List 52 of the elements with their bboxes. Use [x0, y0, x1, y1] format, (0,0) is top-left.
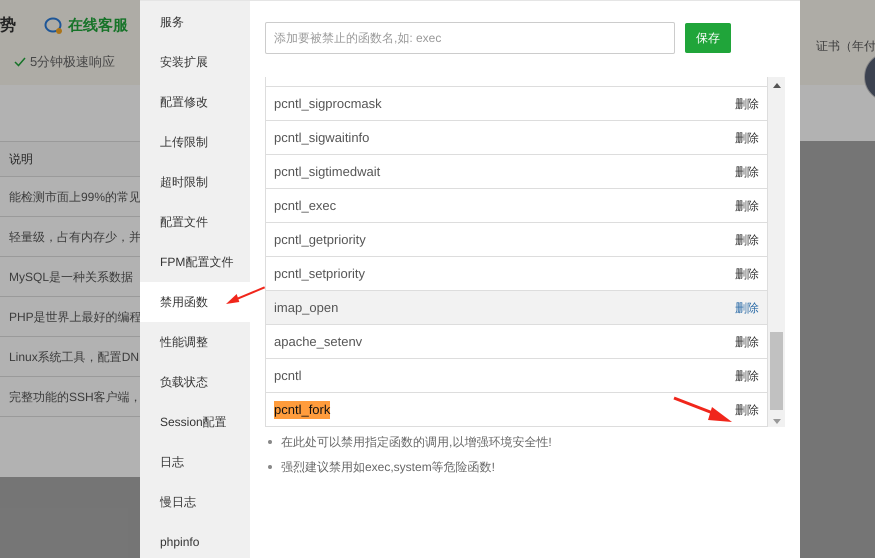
feature-text: 5分钟极速响应: [30, 53, 116, 71]
sidebar-item[interactable]: 上传限制: [140, 122, 250, 162]
function-name: imap_open: [274, 298, 338, 317]
annotation-arrow: [672, 395, 732, 425]
sidebar-item[interactable]: FPM配置文件: [140, 242, 250, 282]
note-text: 强烈建议禁用如exec,system等危险函数!: [281, 459, 496, 476]
header-title: 势: [0, 15, 16, 36]
delete-link[interactable]: 删除: [735, 128, 759, 146]
delete-link[interactable]: 删除: [735, 230, 759, 248]
column-header: 说明: [9, 151, 33, 168]
table-cell-text: 能检测市面上99%的常见: [9, 188, 142, 206]
delete-link[interactable]: 删除: [735, 332, 759, 350]
sidebar-item[interactable]: Session配置: [140, 402, 250, 442]
chat-bubble-icon: [44, 17, 64, 35]
annotation-arrow: [225, 286, 267, 306]
delete-link[interactable]: 删除: [735, 366, 759, 384]
table-cell-text: 完整功能的SSH客户端，: [9, 388, 142, 406]
scroll-thumb[interactable]: [770, 332, 783, 410]
delete-link[interactable]: 删除: [735, 196, 759, 214]
function-name: pcntl_sigprocmask: [274, 94, 382, 113]
function-name: pcntl: [274, 366, 302, 385]
sidebar-item[interactable]: phpinfo: [140, 522, 250, 558]
delete-link[interactable]: 删除: [735, 162, 759, 180]
table-cell-text: PHP是世界上最好的编程: [9, 308, 142, 326]
table-cell-text: 轻量级，占有内存少，并: [9, 228, 141, 246]
function-name: pcntl_sigtimedwait: [274, 162, 380, 181]
delete-link[interactable]: 删除: [735, 298, 759, 316]
sidebar-item[interactable]: 慢日志: [140, 482, 250, 522]
sidebar-item[interactable]: 配置修改: [140, 82, 250, 122]
sidebar-item[interactable]: 配置文件: [140, 202, 250, 242]
check-icon: [14, 56, 26, 67]
delete-link[interactable]: 删除: [735, 400, 759, 418]
note-text: 在此处可以禁用指定函数的调用,以增强环境安全性!: [281, 434, 552, 451]
function-name: pcntl_setpriority: [274, 264, 366, 283]
table-cell-text: Linux系统工具，配置DN: [9, 348, 140, 366]
function-name: pcntl_getpriority: [274, 230, 366, 249]
function-name: apache_setenv: [274, 332, 362, 351]
bullet-icon: [268, 465, 272, 469]
delete-link[interactable]: 删除: [735, 94, 759, 112]
table-cell-text: MySQL是一种关系数据: [9, 268, 134, 286]
bullet-icon: [268, 440, 272, 444]
sidebar-item[interactable]: 负载状态: [140, 362, 250, 402]
function-name: pcntl_sigwaitinfo: [274, 128, 370, 147]
sidebar-item[interactable]: 超时限制: [140, 162, 250, 202]
sidebar-item[interactable]: 性能调整: [140, 322, 250, 362]
sidebar-item[interactable]: 日志: [140, 442, 250, 482]
delete-link[interactable]: 删除: [735, 264, 759, 282]
sidebar-item[interactable]: 安装扩展: [140, 42, 250, 82]
function-input[interactable]: 添加要被禁止的函数名,如: exec: [265, 22, 675, 54]
sidebar-item[interactable]: 禁用函数: [140, 282, 250, 322]
function-name: pcntl_exec: [274, 196, 336, 215]
sidebar-item[interactable]: 服务: [140, 2, 250, 42]
